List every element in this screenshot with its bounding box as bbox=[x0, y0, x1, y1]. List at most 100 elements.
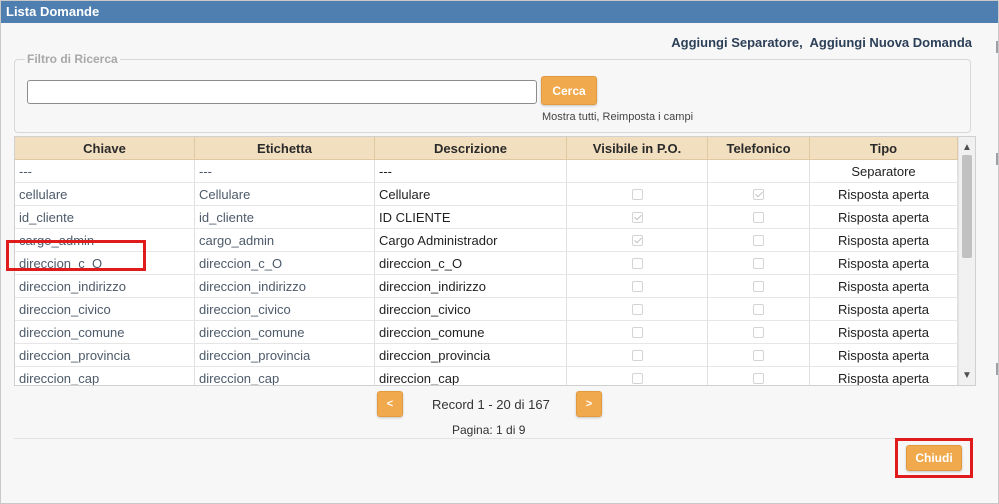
add-question-link[interactable]: Aggiungi Nuova Domanda bbox=[810, 35, 973, 50]
table-row[interactable]: id_cliente id_cliente ID CLIENTE Risposta a… bbox=[15, 206, 958, 229]
visible-po-cell bbox=[567, 229, 708, 251]
phone-cell bbox=[708, 298, 810, 320]
cell-label: cargo_admin bbox=[195, 229, 375, 251]
chevron-up-icon[interactable]: ▲ bbox=[959, 139, 975, 155]
cell-key: direccion_cap bbox=[15, 367, 195, 385]
close-button[interactable]: Chiudi bbox=[906, 445, 962, 471]
phone-checkbox[interactable] bbox=[753, 211, 764, 223]
phone-cell bbox=[708, 252, 810, 274]
header-label[interactable]: Etichetta bbox=[195, 137, 375, 159]
top-action-links: Aggiungi Separatore, Aggiungi Nuova Doma… bbox=[671, 35, 972, 50]
filter-legend: Filtro di Ricerca bbox=[25, 52, 120, 66]
cell-key: cargo_admin bbox=[15, 229, 195, 251]
page-info: Pagina: 1 di 9 bbox=[452, 423, 526, 437]
phone-checkbox[interactable] bbox=[753, 257, 764, 269]
header-visible-po[interactable]: Visibile in P.O. bbox=[567, 137, 708, 159]
cell-label: direccion_comune bbox=[195, 321, 375, 343]
links-separator: , bbox=[799, 35, 803, 50]
table-row[interactable]: --- --- --- Separatore bbox=[15, 160, 958, 183]
reset-fields-link[interactable]: Reimposta i campi bbox=[603, 111, 693, 123]
visible-po-checkbox[interactable] bbox=[631, 349, 643, 361]
table-row[interactable]: direccion_cap direccion_cap direccion_cap R… bbox=[15, 367, 958, 385]
table-row[interactable]: direccion_comune direccion_comune direccio… bbox=[15, 321, 958, 344]
cell-type: Risposta aperta bbox=[810, 367, 958, 385]
visible-po-cell bbox=[567, 160, 708, 182]
search-input[interactable] bbox=[27, 80, 537, 104]
visible-po-checkbox[interactable] bbox=[631, 257, 643, 269]
cell-key: cellulare bbox=[15, 183, 195, 205]
cell-key: direccion_indirizzo bbox=[15, 275, 195, 297]
cell-label: --- bbox=[195, 160, 375, 182]
cell-description: ID CLIENTE bbox=[375, 206, 567, 228]
phone-cell bbox=[708, 344, 810, 366]
visible-po-cell bbox=[567, 275, 708, 297]
visible-po-cell bbox=[567, 206, 708, 228]
cell-type: Risposta aperta bbox=[810, 298, 958, 320]
table-header: Chiave Etichetta Descrizione Visibile in… bbox=[15, 137, 958, 160]
phone-checkbox[interactable] bbox=[753, 303, 764, 315]
visible-po-checkbox[interactable] bbox=[631, 234, 643, 246]
cell-type: Risposta aperta bbox=[810, 206, 958, 228]
phone-cell bbox=[708, 206, 810, 228]
cell-key: direccion_comune bbox=[15, 321, 195, 343]
table-scrollbar[interactable]: ▲ ▼ bbox=[958, 137, 975, 385]
visible-po-checkbox[interactable] bbox=[631, 303, 643, 315]
add-separator-link[interactable]: Aggiungi Separatore bbox=[671, 35, 799, 50]
show-all-link[interactable]: Mostra tutti bbox=[542, 111, 596, 123]
cell-type: Risposta aperta bbox=[810, 321, 958, 343]
phone-checkbox[interactable] bbox=[753, 234, 764, 246]
phone-cell bbox=[708, 275, 810, 297]
search-button[interactable]: Cerca bbox=[541, 76, 597, 105]
phone-cell bbox=[708, 367, 810, 385]
visible-po-checkbox[interactable] bbox=[631, 326, 643, 338]
cell-label: direccion_provincia bbox=[195, 344, 375, 366]
visible-po-cell bbox=[567, 298, 708, 320]
visible-po-checkbox[interactable] bbox=[631, 211, 643, 223]
prev-page-button[interactable]: < bbox=[377, 391, 403, 417]
phone-checkbox[interactable] bbox=[753, 188, 764, 200]
cell-description: direccion_provincia bbox=[375, 344, 567, 366]
scroll-thumb[interactable] bbox=[962, 155, 972, 258]
cell-description: direccion_civico bbox=[375, 298, 567, 320]
cell-key: direccion_civico bbox=[15, 298, 195, 320]
table-body: --- --- --- Separatore cellulare Cellulare Cel… bbox=[15, 160, 958, 385]
table-row[interactable]: cellulare Cellulare Cellulare Risposta aper… bbox=[15, 183, 958, 206]
cell-description: direccion_c_O bbox=[375, 252, 567, 274]
phone-checkbox[interactable] bbox=[753, 280, 764, 292]
table-row[interactable]: cargo_admin cargo_admin Cargo Administrado… bbox=[15, 229, 958, 252]
cell-key: id_cliente bbox=[15, 206, 195, 228]
visible-po-cell bbox=[567, 252, 708, 274]
record-info: Record 1 - 20 di 167 bbox=[432, 397, 550, 412]
table-row[interactable]: direccion_provincia direccion_provincia di… bbox=[15, 344, 958, 367]
cell-description: direccion_comune bbox=[375, 321, 567, 343]
visible-po-cell bbox=[567, 367, 708, 385]
header-description[interactable]: Descrizione bbox=[375, 137, 567, 159]
cell-label: direccion_c_O bbox=[195, 252, 375, 274]
cell-label: id_cliente bbox=[195, 206, 375, 228]
visible-po-cell bbox=[567, 321, 708, 343]
visible-po-checkbox[interactable] bbox=[631, 188, 643, 200]
chevron-down-icon[interactable]: ▼ bbox=[959, 367, 975, 383]
cell-description: Cargo Administrador bbox=[375, 229, 567, 251]
table-row[interactable]: direccion_indirizzo direccion_indirizzo di… bbox=[15, 275, 958, 298]
header-type[interactable]: Tipo bbox=[810, 137, 958, 159]
cell-type: Risposta aperta bbox=[810, 344, 958, 366]
phone-checkbox[interactable] bbox=[753, 326, 764, 338]
cell-label: Cellulare bbox=[195, 183, 375, 205]
header-key[interactable]: Chiave bbox=[15, 137, 195, 159]
questions-grid: Chiave Etichetta Descrizione Visibile in… bbox=[15, 137, 958, 385]
table-row[interactable]: direccion_civico direccion_civico direccio… bbox=[15, 298, 958, 321]
phone-checkbox[interactable] bbox=[753, 372, 764, 384]
header-phone[interactable]: Telefonico bbox=[708, 137, 810, 159]
cell-label: direccion_civico bbox=[195, 298, 375, 320]
cell-key: --- bbox=[15, 160, 195, 182]
visible-po-checkbox[interactable] bbox=[631, 280, 643, 292]
visible-po-cell bbox=[567, 183, 708, 205]
phone-cell bbox=[708, 160, 810, 182]
visible-po-checkbox[interactable] bbox=[631, 372, 643, 384]
phone-cell bbox=[708, 229, 810, 251]
phone-cell bbox=[708, 183, 810, 205]
phone-checkbox[interactable] bbox=[753, 349, 764, 361]
table-row[interactable]: direccion_c_O direccion_c_O direccion_c_O R… bbox=[15, 252, 958, 275]
next-page-button[interactable]: > bbox=[576, 391, 602, 417]
